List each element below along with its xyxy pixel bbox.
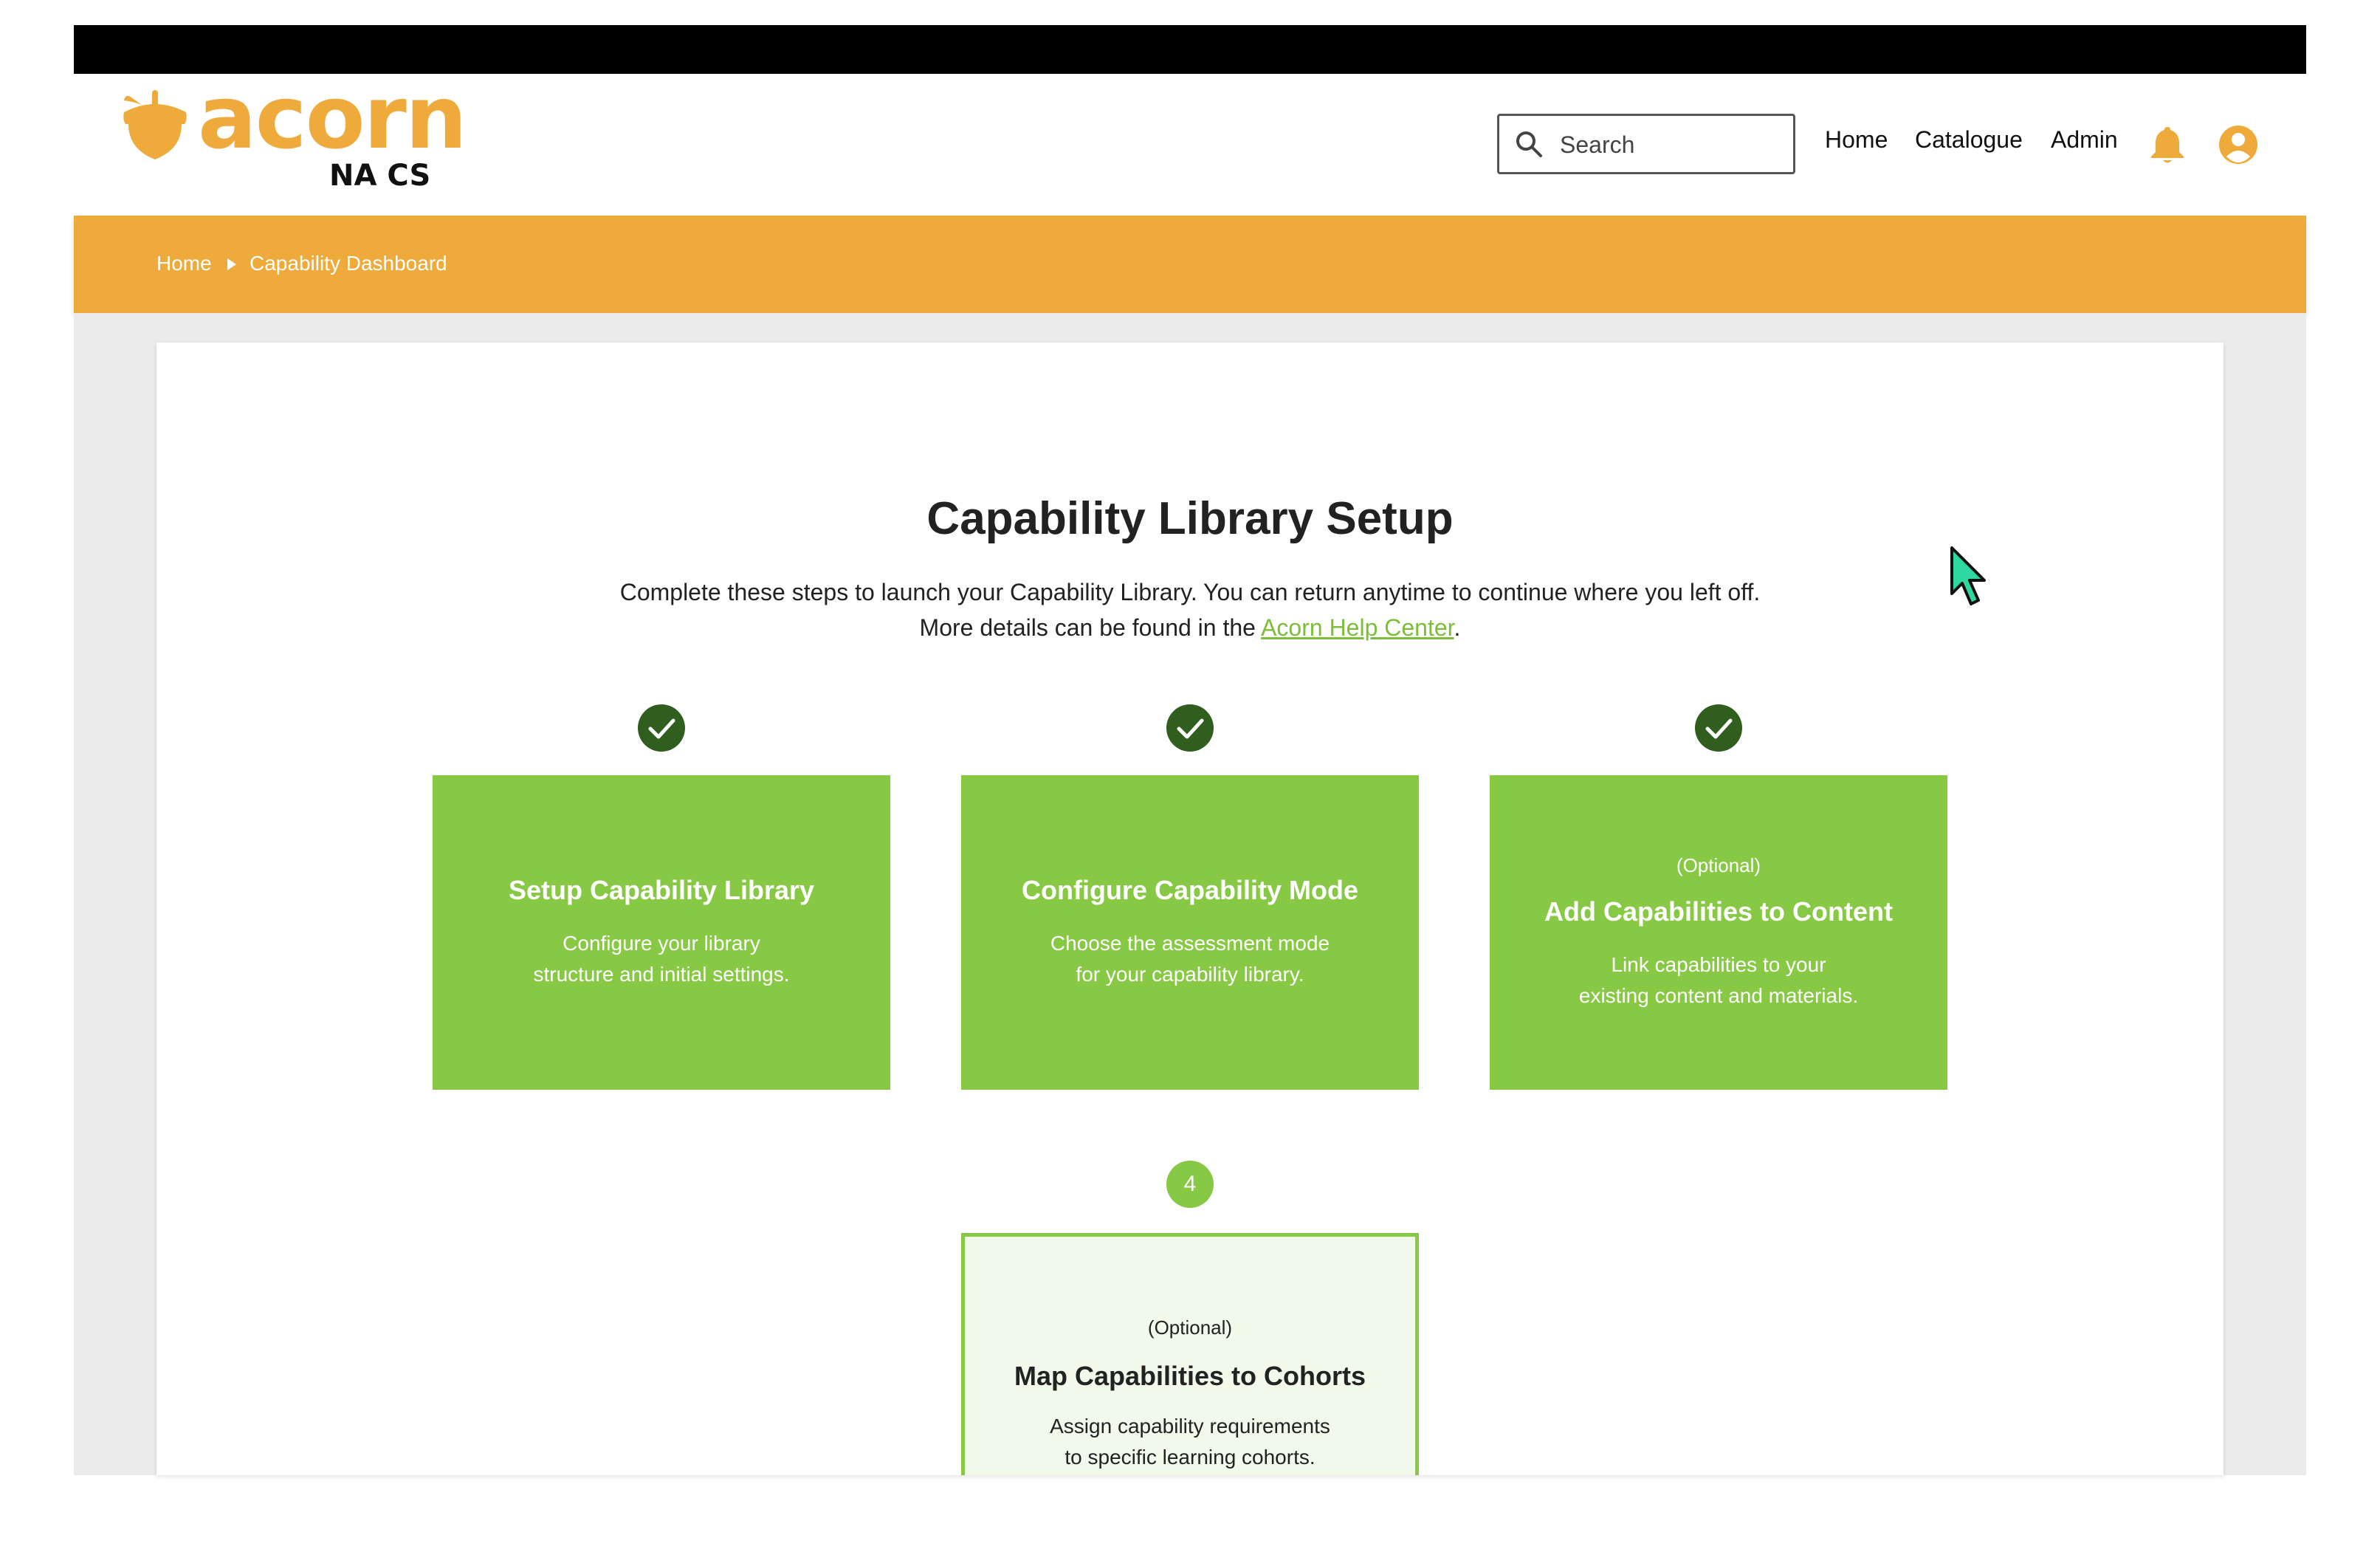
search-box[interactable] — [1497, 114, 1795, 174]
step-title: Setup Capability Library — [508, 875, 815, 905]
help-center-link[interactable]: Acorn Help Center — [1261, 614, 1454, 641]
step-description: Assign capability requirements to specif… — [1050, 1415, 1330, 1469]
step-title: Map Capabilities to Cohorts — [1014, 1361, 1366, 1391]
nav-admin-link[interactable]: Admin — [2051, 126, 2118, 154]
user-avatar-icon[interactable] — [2218, 124, 2259, 165]
breadcrumb-arrow-icon — [227, 258, 236, 270]
step-optional-label: (Optional) — [1147, 1316, 1233, 1339]
intro-line-2-prefix: More details can be found in the — [919, 614, 1262, 641]
step-card-map-cohorts[interactable]: (Optional) Map Capabilities to Cohorts A… — [961, 1233, 1419, 1475]
breadcrumb-home[interactable]: Home — [157, 251, 212, 276]
search-icon — [1516, 131, 1542, 157]
breadcrumb-current: Capability Dashboard — [250, 252, 447, 275]
bell-icon[interactable] — [2150, 124, 2185, 165]
step-description: Choose the assessment mode for your capa… — [1050, 932, 1330, 986]
brand-wordmark: acorn — [198, 66, 467, 168]
page-title: Capability Library Setup — [926, 493, 1454, 544]
intro-line-2-suffix: . — [1454, 614, 1461, 641]
step-optional-label: (Optional) — [1676, 854, 1761, 876]
nav-catalogue-link[interactable]: Catalogue — [1915, 126, 2023, 154]
step-card-setup-library[interactable]: Setup Capability Library Configure your … — [433, 775, 890, 1090]
step-2-complete-check-icon — [1166, 704, 1214, 752]
nav-home-link[interactable]: Home — [1825, 126, 1888, 154]
brand-subtitle: NA CS — [329, 159, 431, 193]
step-title: Configure Capability Mode — [1021, 875, 1358, 905]
step-title: Add Capabilities to Content — [1544, 896, 1893, 927]
mouse-cursor-icon — [1950, 546, 1986, 605]
step-description: Link capabilities to your existing conte… — [1578, 952, 1859, 1007]
step-3-complete-check-icon — [1695, 704, 1742, 752]
intro-line-1: Complete these steps to launch your Capa… — [619, 579, 1761, 605]
step-4-number-badge: 4 — [1166, 1161, 1214, 1208]
search-input[interactable] — [1558, 125, 1783, 165]
step-1-complete-check-icon — [638, 704, 685, 752]
step-card-add-to-content[interactable]: (Optional) Add Capabilities to Content L… — [1490, 775, 1947, 1090]
step-description: Configure your library structure and ini… — [533, 932, 790, 986]
intro-text: Complete these steps to launch your Capa… — [157, 574, 2223, 645]
step-card-configure-mode[interactable]: Configure Capability Mode Choose the ass… — [961, 775, 1419, 1090]
